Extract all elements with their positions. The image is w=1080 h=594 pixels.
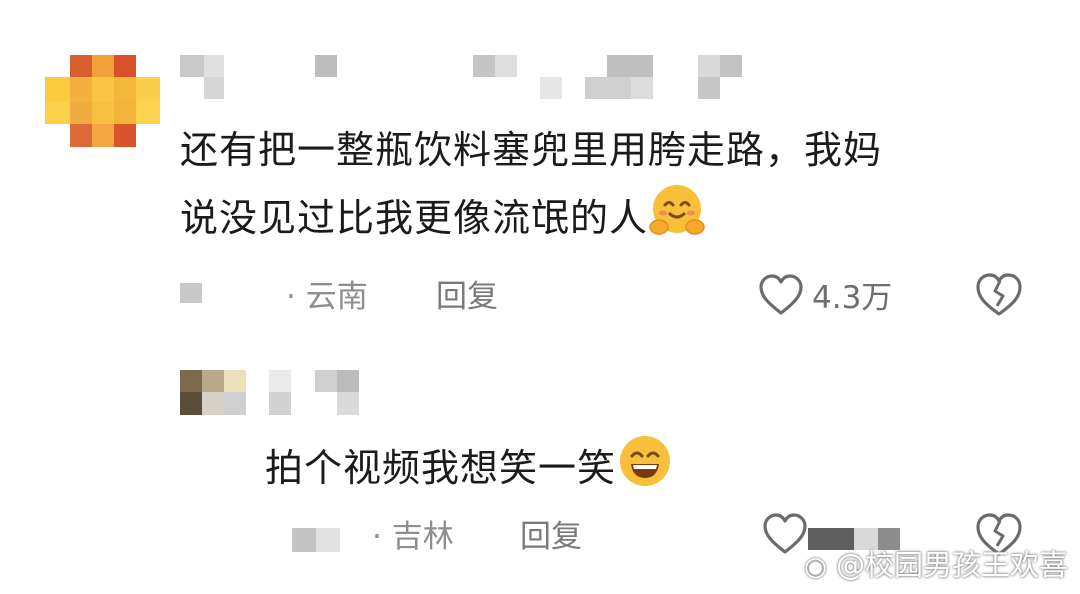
weibo-watermark: ◉ @校园男孩王欢喜 [804,542,1068,584]
dislike-button[interactable] [975,272,1023,322]
watermark-text: @校园男孩王欢喜 [835,548,1068,582]
reply-text-content: 拍个视频我想笑一笑 [265,446,617,490]
like-count: 4.3万 [812,280,893,316]
reply-location-label: · 吉林 [372,519,454,555]
broken-heart-icon [976,273,1022,316]
comment-text-line-2-content: 说没见过比我更像流氓的人 [180,196,649,240]
comment-text-line-2: 说没见过比我更像流氓的人 [180,182,882,259]
location-label: · 云南 [286,279,368,315]
reply-username-blurred[interactable] [180,370,390,415]
hugging-face-emoji-icon [648,182,706,259]
grinning-face-emoji-icon [616,432,674,509]
heart-outline-icon [759,273,803,315]
comment-text-line-1: 还有把一整瓶饮料塞兜里用胯走路，我妈 [180,128,883,172]
reply-date-blurred [292,528,340,552]
reply-reply-button[interactable]: 回复 [520,517,582,557]
reply-like-button[interactable] [762,512,808,556]
reply-text: 拍个视频我想笑一笑 [265,432,674,509]
heart-outline-icon [763,513,807,554]
weibo-logo-icon: ◉ [804,552,827,582]
date-blurred [180,283,202,303]
comment-text: 还有把一整瓶饮料塞兜里用胯走路，我妈 说没见过比我更像流氓的人 [180,118,882,259]
username-blurred[interactable] [180,55,750,100]
like-button[interactable]: 4.3万 [758,272,892,317]
reply-button[interactable]: 回复 [436,277,498,317]
avatar[interactable] [45,55,160,147]
